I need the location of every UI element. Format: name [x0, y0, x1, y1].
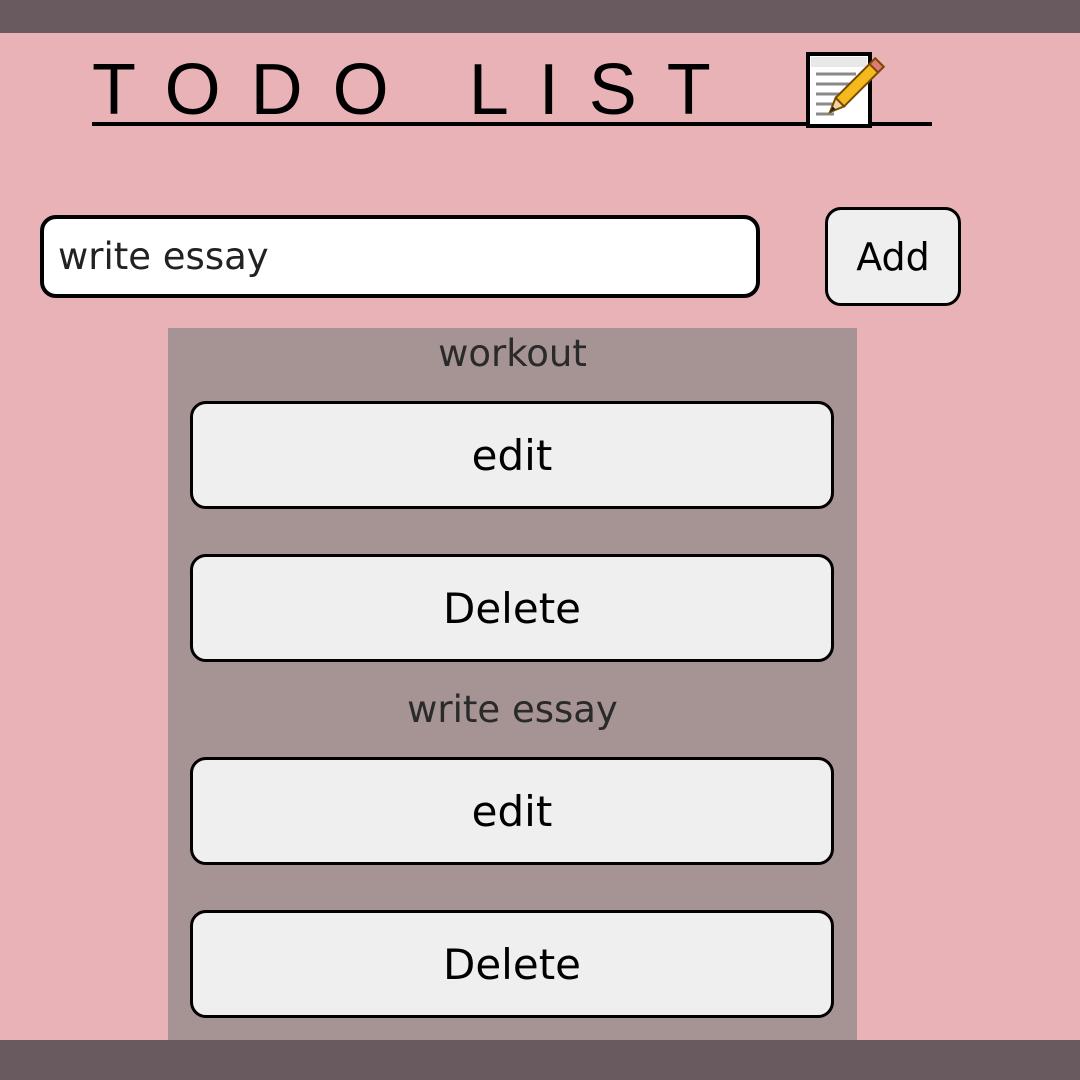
memo-icon: [804, 50, 886, 130]
add-button[interactable]: Add: [825, 207, 961, 306]
top-bar: [0, 0, 1080, 33]
page-header: TODO LIST: [92, 48, 932, 130]
delete-button[interactable]: Delete: [190, 554, 834, 662]
task-input[interactable]: [40, 215, 760, 298]
todo-text: workout: [438, 332, 587, 375]
edit-button[interactable]: edit: [190, 401, 834, 509]
delete-button[interactable]: Delete: [190, 910, 834, 1018]
todo-list: workout edit Delete write essay edit Del…: [168, 328, 857, 1040]
page-title: TODO LIST: [92, 50, 741, 130]
todo-text: write essay: [407, 688, 618, 731]
edit-button[interactable]: edit: [190, 757, 834, 865]
bottom-bar: [0, 1040, 1080, 1080]
